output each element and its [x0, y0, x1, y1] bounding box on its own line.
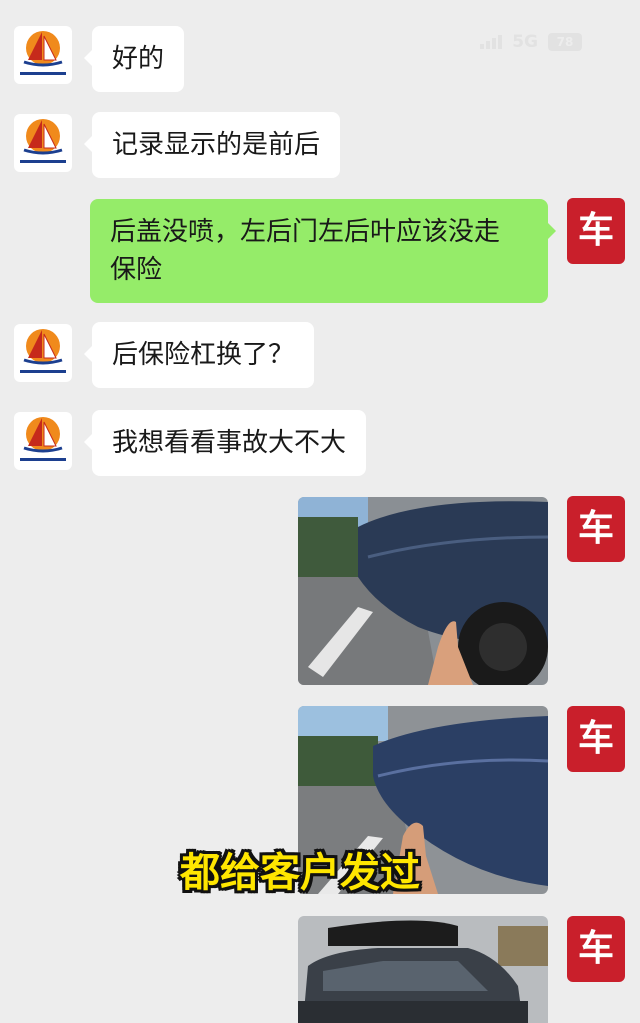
user-avatar[interactable]: 车 — [567, 198, 625, 264]
message-bubble-received[interactable]: 后保险杠换了？ — [83, 322, 315, 388]
car-roof-rack-photo — [298, 916, 548, 1023]
message-bubble-received[interactable]: 好的 — [83, 26, 185, 92]
sailboat-logo-icon — [20, 329, 66, 373]
image-message[interactable] — [298, 497, 548, 685]
message-bubble-received[interactable]: 我想看看事故大不大 — [83, 410, 367, 476]
car-door-closeup-photo — [298, 497, 548, 685]
status-bar: 5G 78 — [480, 30, 582, 54]
battery-icon: 78 — [548, 33, 582, 51]
user-avatar[interactable]: 车 — [567, 706, 625, 772]
video-caption-overlay: 都给客户发过 — [180, 850, 420, 896]
sailboat-logo-icon — [20, 417, 66, 461]
image-message[interactable] — [298, 916, 548, 1023]
user-avatar[interactable]: 车 — [567, 916, 625, 982]
sailboat-logo-icon — [20, 31, 66, 75]
message-text: 记录显示的是前后 — [112, 130, 321, 160]
contact-avatar[interactable] — [14, 324, 72, 382]
message-bubble-received[interactable]: 记录显示的是前后 — [83, 112, 341, 178]
contact-avatar[interactable] — [14, 114, 72, 172]
message-text: 好的 — [112, 44, 165, 74]
message-text: 我想看看事故大不大 — [112, 428, 347, 458]
message-text: 后保险杠换了？ — [112, 340, 295, 370]
message-text-line: 后盖没喷，左后门左后叶应该没走 — [110, 217, 501, 247]
sailboat-logo-icon — [20, 119, 66, 163]
signal-icon — [480, 35, 503, 49]
message-text-line: 保险 — [110, 255, 163, 285]
user-avatar[interactable]: 车 — [567, 496, 625, 562]
contact-avatar[interactable] — [14, 26, 72, 84]
network-label: 5G — [512, 32, 538, 52]
contact-avatar[interactable] — [14, 412, 72, 470]
message-bubble-sent[interactable]: 后盖没喷，左后门左后叶应该没走 保险 — [90, 199, 556, 303]
